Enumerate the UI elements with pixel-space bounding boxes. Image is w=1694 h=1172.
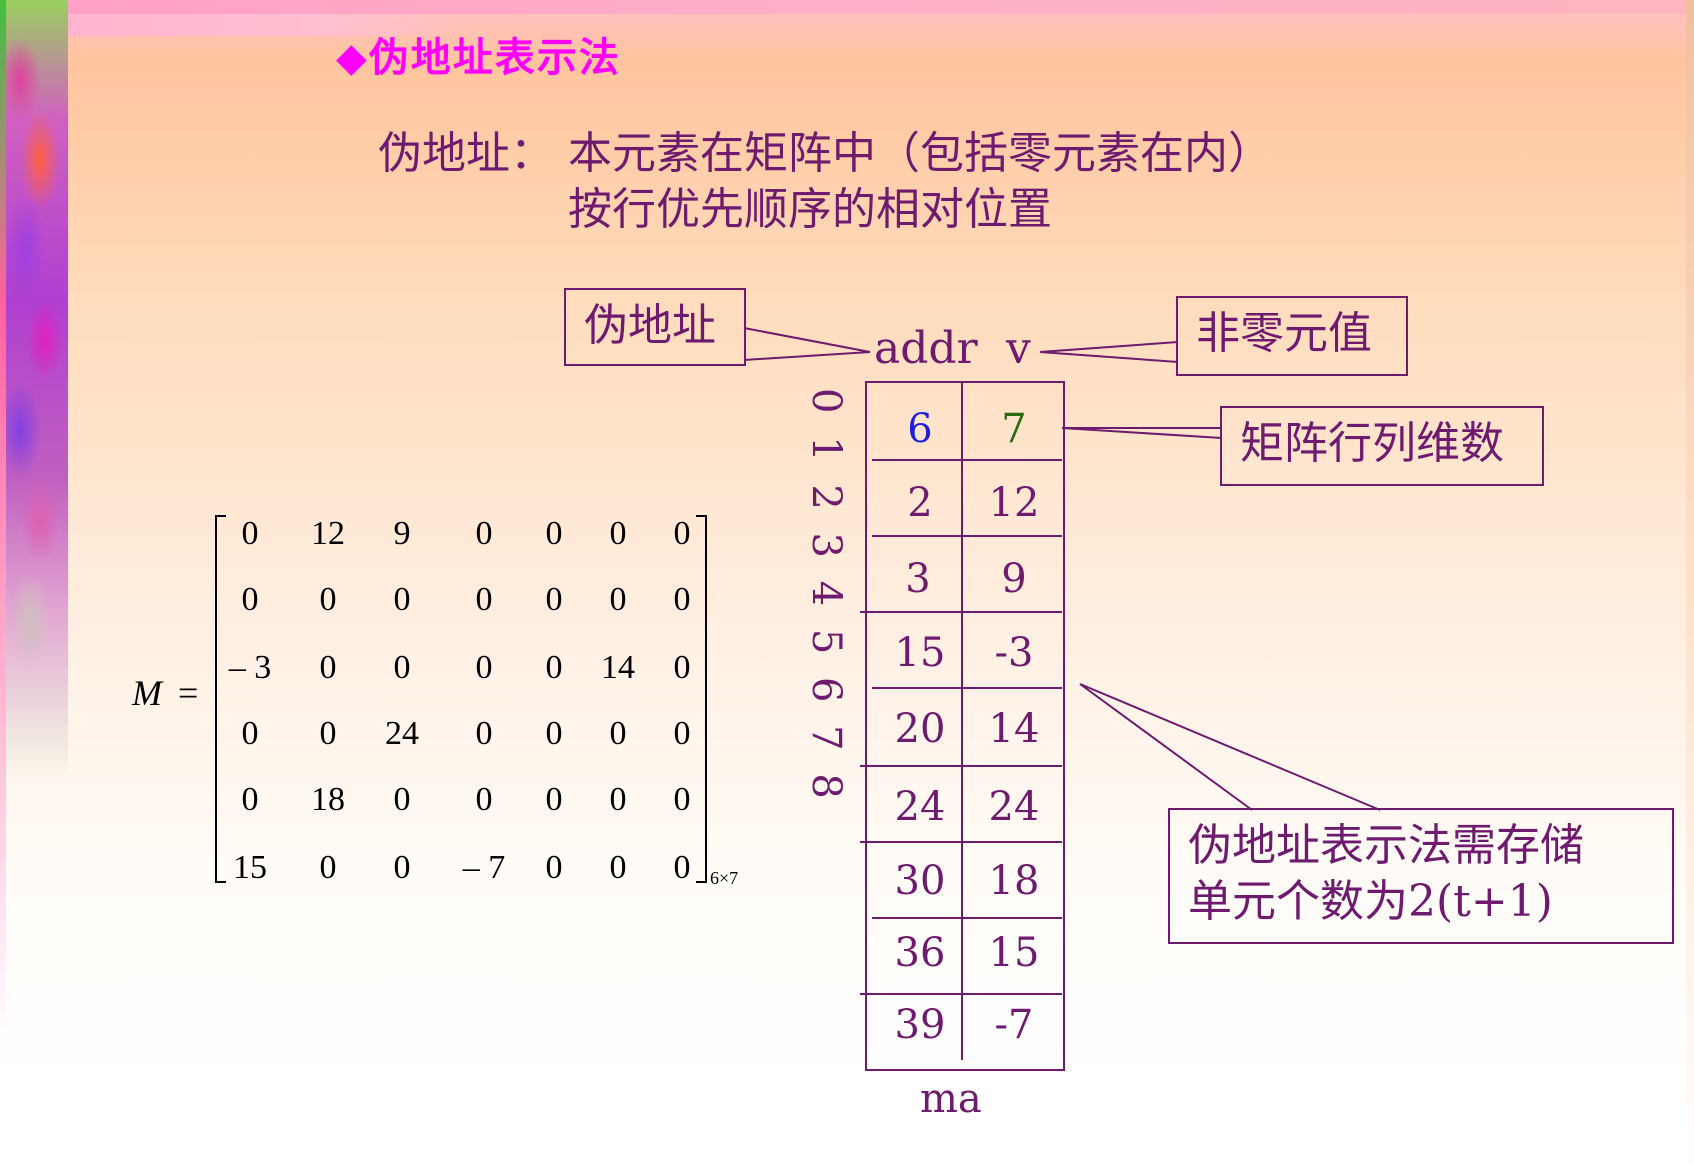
matrix-element: 0 <box>319 581 337 618</box>
matrix-element: 14 <box>601 649 635 686</box>
table-cell-addr: 36 <box>894 930 946 976</box>
callout-storage-note-line1: 伪地址表示法需存储 <box>1188 820 1584 871</box>
matrix-element: 0 <box>241 515 259 552</box>
matrix-element: – 3 <box>228 649 272 686</box>
callout-pseudo-address-label: 伪地址 <box>584 300 716 351</box>
table-cell-addr: 39 <box>894 1002 946 1048</box>
table-cell-value: 18 <box>988 858 1040 904</box>
matrix-element: 0 <box>393 581 411 618</box>
table-name: ma <box>920 1076 982 1122</box>
matrix-element: 0 <box>393 649 411 686</box>
table-cell-addr: 15 <box>894 630 946 676</box>
matrix-equals: = <box>178 673 199 713</box>
callout-matrix-dims-label: 矩阵行列维数 <box>1240 418 1504 469</box>
matrix-element: 12 <box>311 515 345 552</box>
table-cell-value: 15 <box>988 930 1040 976</box>
table-cell-addr: 24 <box>894 784 946 830</box>
matrix-element: 0 <box>475 649 493 686</box>
matrix-element: 0 <box>475 515 493 552</box>
matrix-element: 0 <box>241 781 259 818</box>
matrix-element: 0 <box>319 715 337 752</box>
matrix-element: 9 <box>393 515 411 552</box>
matrix-element: 0 <box>673 715 691 752</box>
matrix-element: 18 <box>311 781 345 818</box>
matrix-element: – 7 <box>462 849 506 886</box>
table-cell-value: -3 <box>994 630 1034 676</box>
matrix-element: 0 <box>673 515 691 552</box>
table-cell-addr: 20 <box>894 706 946 752</box>
matrix-element: 0 <box>319 649 337 686</box>
matrix-element: 0 <box>545 515 563 552</box>
matrix-element: 0 <box>545 649 563 686</box>
matrix-element: 15 <box>233 849 267 886</box>
matrix-element: 0 <box>673 849 691 886</box>
table-cell-value: 9 <box>1001 556 1027 602</box>
matrix-element: 0 <box>609 781 627 818</box>
matrix-element: 0 <box>475 781 493 818</box>
matrix-element: 24 <box>385 715 419 752</box>
matrix-element: 0 <box>673 649 691 686</box>
table-cell-addr: 3 <box>905 556 931 602</box>
table-cell-value: 24 <box>988 784 1040 830</box>
callout-matrix-dims: 矩阵行列维数 <box>1220 406 1544 486</box>
table-cell-value: 14 <box>988 706 1040 752</box>
table-cell-addr: 6 <box>907 406 933 452</box>
callout-nonzero-value-label: 非零元值 <box>1196 308 1372 359</box>
table-cell-value: -7 <box>994 1002 1034 1048</box>
matrix-element: 0 <box>673 581 691 618</box>
matrix-element: 0 <box>609 515 627 552</box>
table-header-v: v <box>1006 323 1031 374</box>
matrix-element: 0 <box>609 581 627 618</box>
table-cell-value: 12 <box>988 480 1040 526</box>
matrix-element: 0 <box>673 781 691 818</box>
matrix-element: 0 <box>393 849 411 886</box>
table-cell-value: 7 <box>1001 406 1027 452</box>
matrix-element: 0 <box>475 715 493 752</box>
matrix-element: 0 <box>393 781 411 818</box>
callout-storage-note: 伪地址表示法需存储 单元个数为2(t+1) <box>1168 808 1674 944</box>
callout-nonzero-value: 非零元值 <box>1176 296 1408 376</box>
table-header-addr: addr <box>874 323 978 374</box>
matrix-element: 0 <box>241 581 259 618</box>
callout-storage-note-line2: 单元个数为2(t+1) <box>1188 876 1553 927</box>
matrix-element: 0 <box>475 581 493 618</box>
callout-pseudo-address: 伪地址 <box>564 288 746 366</box>
matrix-element: 0 <box>609 715 627 752</box>
matrix-element: 0 <box>545 781 563 818</box>
table-cell-addr: 2 <box>907 480 933 526</box>
matrix-element: 0 <box>545 849 563 886</box>
table-index-labels: 0 1 2 3 4 5 6 7 8 <box>803 388 849 804</box>
matrix-element: 0 <box>545 715 563 752</box>
matrix-element: 0 <box>319 849 337 886</box>
matrix-label: M <box>132 673 162 713</box>
matrix-element: 0 <box>609 849 627 886</box>
table-cell-addr: 30 <box>894 858 946 904</box>
matrix-element: 0 <box>545 581 563 618</box>
matrix-element: 0 <box>241 715 259 752</box>
matrix-subscript: 6×7 <box>710 868 739 888</box>
